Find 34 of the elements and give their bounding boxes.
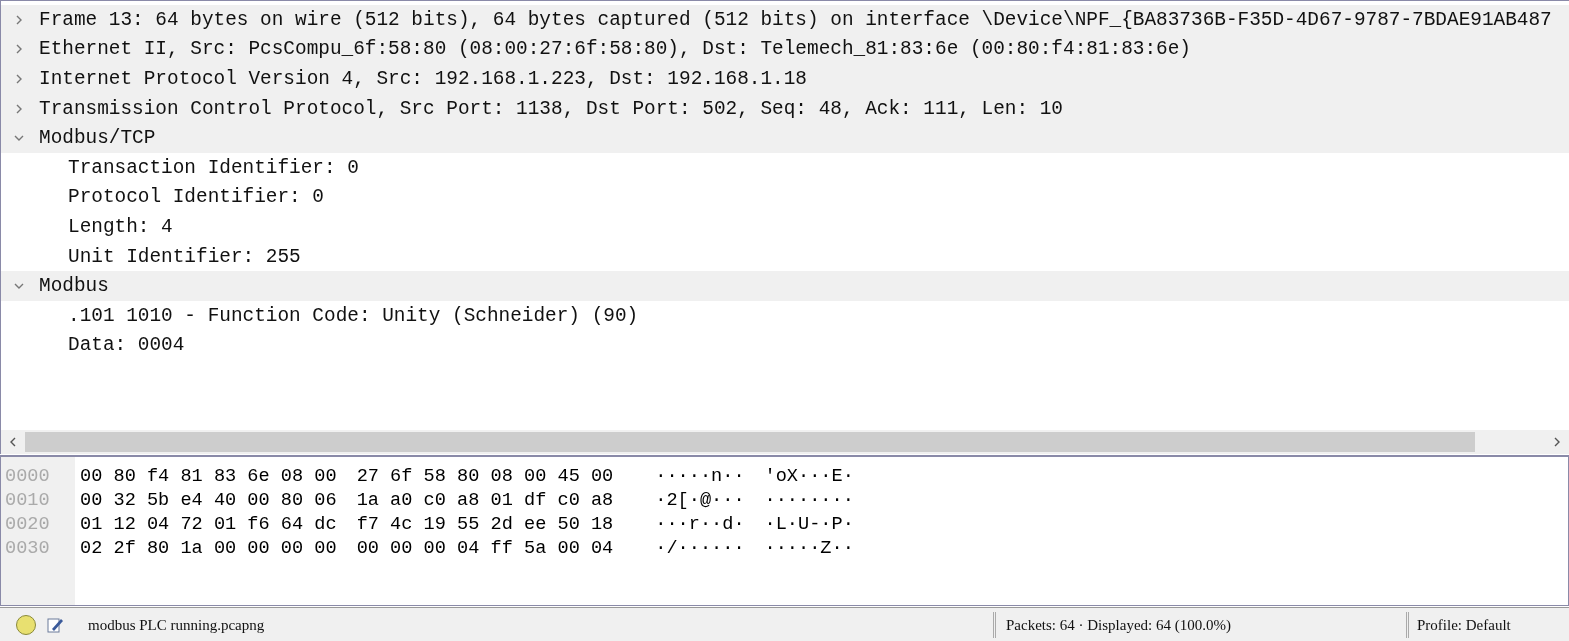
hex-bytes: 02 2f 80 1a 00 00 00 00 <box>80 537 337 559</box>
tree-item[interactable]: Modbus <box>39 275 109 298</box>
hex-bytes: 1a a0 c0 a8 01 df c0 a8 <box>356 489 614 511</box>
hex-offset: 0020 <box>5 513 50 535</box>
tree-item[interactable]: Modbus/TCP <box>39 127 156 150</box>
tree-item[interactable]: Unit Identifier: 255 <box>68 245 301 268</box>
tree-item[interactable]: Protocol Identifier: 0 <box>68 186 324 209</box>
hex-bytes: 01 12 04 72 01 f6 64 dc <box>80 513 337 535</box>
ascii-text: 'oX···E· <box>764 465 854 487</box>
status-indicator-icon[interactable] <box>16 615 36 635</box>
hex-bytes: f7 4c 19 55 2d ee 50 18 <box>356 513 614 535</box>
pencil-note-icon[interactable] <box>46 616 64 634</box>
capture-file-name: modbus PLC running.pcapng <box>88 616 266 634</box>
ascii-text: ···r··d· <box>655 513 745 535</box>
hex-bytes: 00 00 00 04 ff 5a 00 04 <box>356 537 614 559</box>
hex-offset: 0030 <box>5 537 50 559</box>
ascii-text: ·····n·· <box>655 465 745 487</box>
tree-item[interactable]: Data: 0004 <box>68 334 185 357</box>
hex-bytes: 00 32 5b e4 40 00 80 06 <box>80 489 337 511</box>
scrollbar-thumb[interactable] <box>25 432 1475 452</box>
tree-item[interactable]: Transaction Identifier: 0 <box>68 156 359 179</box>
ascii-text: ········ <box>764 489 854 511</box>
ascii-text: ·L·U-·P· <box>764 513 854 535</box>
ascii-text: ·2[·@··· <box>655 489 745 511</box>
tree-item[interactable]: Length: 4 <box>68 215 173 238</box>
ascii-text: ·/······ <box>655 537 745 559</box>
packet-count: Packets: 64 · Displayed: 64 (100.0%) <box>1005 616 1232 634</box>
profile-label[interactable]: Profile: Default <box>1409 616 1555 634</box>
tree-item[interactable]: .101 1010 - Function Code: Unity (Schneider) (90) <box>68 304 639 327</box>
hex-offset: 0000 <box>5 465 50 487</box>
ascii-text: ·····Z·· <box>764 537 854 559</box>
hex-bytes: 27 6f 58 80 08 00 45 00 <box>356 465 614 487</box>
hex-offset: 0010 <box>5 489 50 511</box>
hex-bytes: 00 80 f4 81 83 6e 08 00 <box>80 465 337 487</box>
